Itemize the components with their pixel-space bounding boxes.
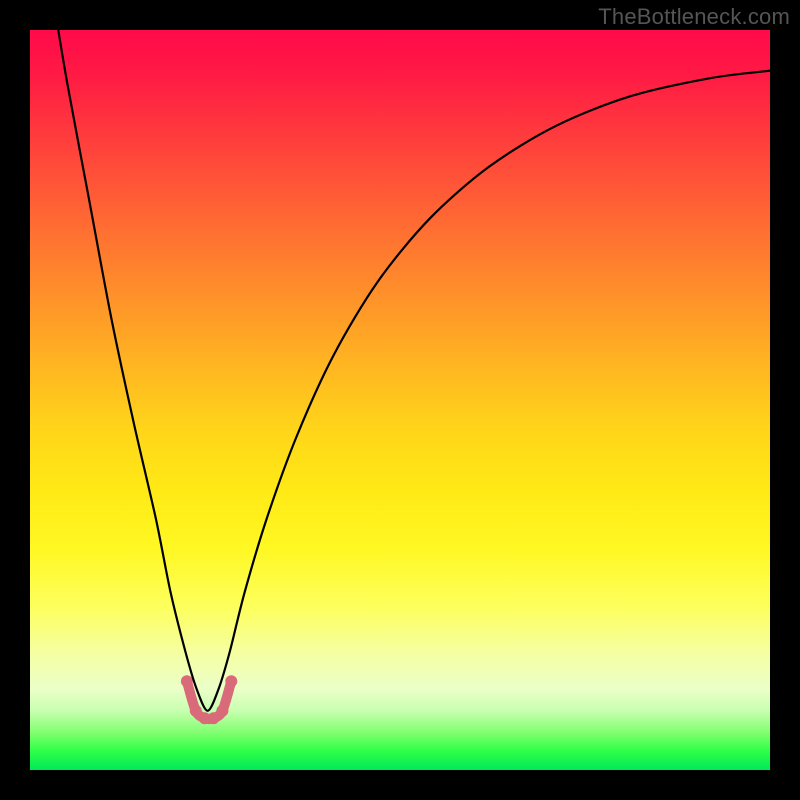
curve-svg: [30, 30, 770, 770]
trough-marker: [181, 675, 237, 724]
chart-frame: TheBottleneck.com: [0, 0, 800, 800]
watermark-text: TheBottleneck.com: [598, 4, 790, 30]
bottleneck-curve: [52, 0, 770, 711]
plot-area: [30, 30, 770, 770]
